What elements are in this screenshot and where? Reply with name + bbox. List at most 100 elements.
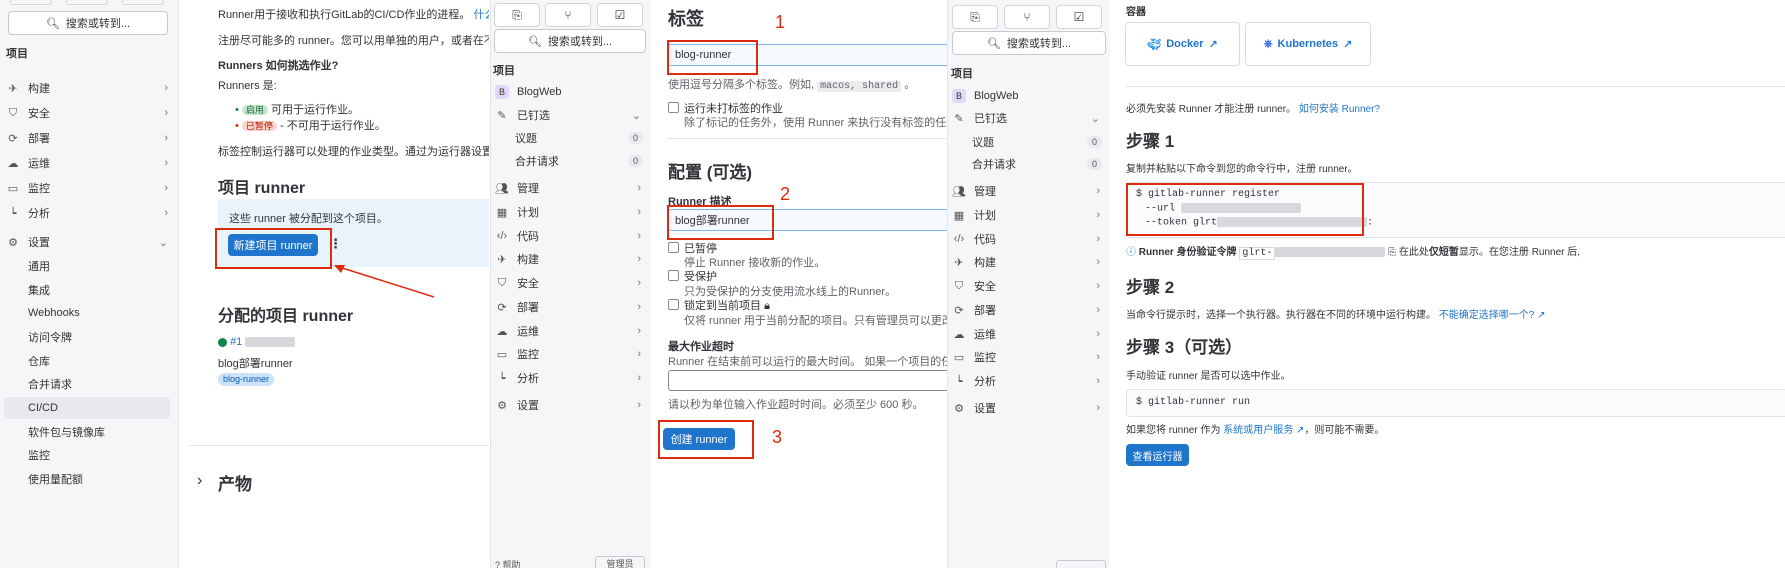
docker-card[interactable]: 🐳︎ Docker ↗ [1125, 22, 1240, 66]
settings-sub-usage-quotas[interactable]: 使用量配额 [28, 469, 83, 489]
service-note-prefix: 如果您将 runner 作为 [1126, 425, 1221, 436]
settings-sub-packages[interactable]: 软件包与镜像库 [28, 422, 105, 442]
what-is-runner-link[interactable]: 什么是 Ru [474, 9, 490, 21]
settings-sub-access-tokens[interactable]: 访问令牌 [28, 327, 72, 347]
settings-sub-integrations[interactable]: 集成 [28, 280, 50, 300]
runner-id-link[interactable]: #1 [230, 336, 242, 348]
pinned-issues[interactable]: 议题 0 [948, 131, 1110, 153]
merge-requests-button[interactable]: ⑂ [1004, 5, 1050, 29]
sidebar-item-build[interactable]: ✈ 构建 › [491, 248, 651, 270]
sidebar-item-plan[interactable]: ▦ 计划 › [948, 204, 1110, 226]
sidebar-item-analyze[interactable]: ┕ 分析 › [491, 367, 651, 389]
sidebar-item-manage[interactable]: 👥︎ 管理 › [491, 177, 651, 199]
admin-button[interactable] [1056, 560, 1106, 568]
merge-requests-button[interactable]: ⑂ [545, 3, 591, 27]
sidebar-item-monitor[interactable]: ▭ 监控 › [948, 346, 1110, 368]
sidebar-item-operate[interactable]: ☁ 运维 › [491, 320, 651, 342]
sidebar-item-plan[interactable]: ▦ 计划 › [491, 201, 651, 223]
pinned-issues[interactable]: 议题 0 [491, 127, 651, 149]
settings-sub-webhooks[interactable]: Webhooks [28, 303, 80, 323]
sidebar-item-pinned[interactable]: ✎ 已钉选 ⌄ [948, 107, 1110, 129]
locked-checkbox[interactable] [668, 299, 679, 310]
settings-sub-merge-requests[interactable]: 合并请求 [28, 374, 72, 394]
sidebar-item-security[interactable]: ⛉ 安全 › [491, 272, 651, 294]
sidebar-item-monitor[interactable]: ▭ 监控 › [0, 177, 178, 199]
new-runner-form: 标签 1 blog-runner 使用逗号分隔多个标签。例如, macos, s… [651, 0, 947, 568]
service-link[interactable]: 系统或用户服务 [1223, 425, 1293, 436]
red-arrow [334, 265, 435, 298]
sidebar-item-deploy[interactable]: ⟳ 部署 › [0, 127, 178, 149]
sidebar-item-build[interactable]: ✈ 构建 › [948, 251, 1110, 273]
step2-title: 步骤 2 [1126, 278, 1175, 297]
sidebar-item-security[interactable]: ⛉ 安全 › [0, 102, 178, 124]
token-note-prefix: 在此处 [1398, 247, 1429, 258]
chevron-down-icon: ⌄ [1090, 112, 1100, 125]
chevron-right-icon: › [1096, 375, 1100, 387]
view-runners-button[interactable]: 查看运行器 [1126, 444, 1189, 466]
sidebar-item-monitor[interactable]: ▭ 监控 › [491, 343, 651, 365]
run-command-block[interactable]: $ gitlab-runner run [1126, 389, 1785, 417]
settings-sub-general[interactable]: 通用 [28, 256, 50, 276]
sidebar-item-analyze[interactable]: ┕ 分析 › [948, 370, 1110, 392]
sidebar-item-settings[interactable]: ⚙ 设置 › [491, 394, 651, 416]
run-untagged-checkbox[interactable] [668, 102, 679, 113]
sidebar-item-pinned[interactable]: ✎ 已钉选 ⌄ [491, 104, 651, 126]
protected-checkbox[interactable] [668, 270, 679, 281]
merge-request-icon: ⑂ [564, 8, 572, 22]
timeout-input[interactable] [668, 370, 947, 391]
chevron-right-icon: › [164, 207, 168, 219]
help-button[interactable]: ? 帮助 [495, 558, 521, 568]
chevron-right-icon: › [637, 206, 641, 218]
sidebar-item-operate[interactable]: ☁ 运维 › [0, 152, 178, 174]
rocket-icon: ✈ [497, 253, 507, 266]
monitor-icon: ▭ [7, 182, 19, 195]
sidebar-item-code[interactable]: ‹/› 代码 › [948, 228, 1110, 250]
sidebar-item-manage[interactable]: 👥︎ 管理 › [948, 180, 1110, 202]
copy-token-icon[interactable]: ⎘ [1388, 247, 1396, 258]
kubernetes-card[interactable]: ⎈ Kubernetes ↗ [1245, 22, 1371, 66]
tags-title: 标签 [668, 9, 704, 29]
how-install-link[interactable]: 如何安装 Runner? [1299, 104, 1380, 115]
project-link[interactable]: B BlogWeb [948, 85, 1110, 107]
search-button[interactable]: 🔍︎ 搜索或转到... [494, 29, 646, 53]
sidebar-item-deploy[interactable]: ⟳ 部署 › [948, 299, 1110, 321]
todo-button[interactable]: ☑ [597, 3, 643, 27]
sidebar-item-settings[interactable]: ⚙ 设置 ⌄ [0, 231, 178, 253]
chevron-right-icon: › [1096, 280, 1100, 292]
locked-label: 锁定到当前项目 [684, 300, 761, 312]
pinned-merge-requests[interactable]: 合并请求 0 [491, 150, 651, 172]
deploy-icon: ⟳ [8, 132, 18, 145]
issues-count: 0 [627, 132, 643, 144]
sidebar-item-security[interactable]: ⛉ 安全 › [948, 275, 1110, 297]
timeout-note: 请以秒为单位输入作业超时时间。必须至少 600 秒。 [668, 399, 924, 411]
settings-sub-monitor[interactable]: 监控 [28, 445, 50, 465]
executor-help-link[interactable]: 不能确定选择哪一个? [1439, 310, 1535, 321]
sidebar-item-deploy[interactable]: ⟳ 部署 › [491, 296, 651, 318]
calendar-icon: ▦ [496, 206, 508, 219]
settings-sub-repository[interactable]: 仓库 [28, 351, 50, 371]
step2-desc: 当命令行提示时，选择一个执行器。执行器在不同的环境中运行构建。 [1126, 310, 1436, 321]
new-item-button[interactable]: ⎘ [494, 3, 540, 27]
artifacts-expand-icon[interactable]: › [197, 472, 202, 490]
new-item-button[interactable]: ⎘ [952, 5, 998, 29]
search-button[interactable]: 🔍︎ 搜索或转到... [952, 31, 1106, 55]
chevron-right-icon: › [164, 182, 168, 194]
paused-checkbox[interactable] [668, 242, 679, 253]
users-icon: 👥︎ [952, 185, 966, 198]
sidebar-item-settings[interactable]: ⚙ 设置 › [948, 397, 1110, 419]
sidebar-item-operate[interactable]: ☁ 运维 › [948, 323, 1110, 345]
pinned-merge-requests[interactable]: 合并请求 0 [948, 153, 1110, 175]
step-marker-2: 2 [780, 184, 791, 204]
settings-sub-cicd[interactable]: CI/CD [28, 398, 58, 418]
sidebar-item-analyze[interactable]: ┕ 分析 › [0, 202, 178, 224]
chevron-right-icon: › [164, 132, 168, 144]
sidebar-item-build[interactable]: ✈ 构建 › [0, 77, 178, 99]
artifacts-title[interactable]: 产物 [218, 470, 252, 495]
external-link-icon: ↗ [1537, 310, 1546, 321]
admin-button[interactable]: 管理员 [595, 556, 645, 568]
chevron-down-icon: ⌄ [631, 109, 641, 122]
search-button[interactable]: 🔍︎ 搜索或转到... [8, 11, 168, 35]
todo-button[interactable]: ☑ [1056, 5, 1102, 29]
sidebar-item-code[interactable]: ‹/› 代码 › [491, 225, 651, 247]
project-link[interactable]: B BlogWeb [491, 81, 651, 103]
